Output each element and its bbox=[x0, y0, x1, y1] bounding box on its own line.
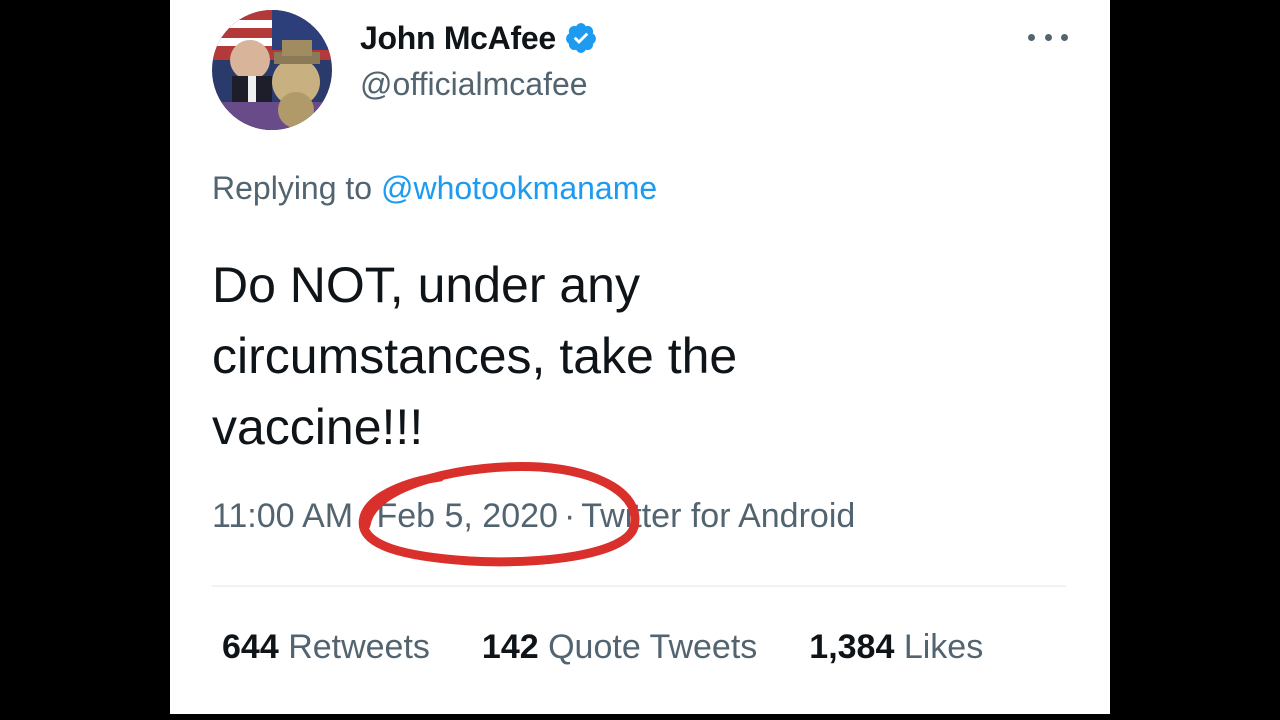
display-name[interactable]: John McAfee bbox=[360, 20, 556, 57]
more-options-icon[interactable] bbox=[1028, 22, 1068, 52]
screenshot-frame: John McAfee @officialmcafee Replying to … bbox=[0, 0, 1280, 720]
quote-tweets-label: Quote Tweets bbox=[548, 628, 758, 666]
tweet-text-line: vaccine!!! bbox=[212, 399, 424, 455]
likes-count: 1,384 bbox=[809, 628, 895, 666]
quote-tweets-stat[interactable]: 142 Quote Tweets bbox=[482, 628, 757, 667]
dot bbox=[1061, 33, 1068, 41]
verified-badge-icon bbox=[565, 23, 596, 53]
engagement-stats: 644 Retweets 142 Quote Tweets 1,384 Like… bbox=[222, 628, 1035, 667]
dot bbox=[1044, 33, 1052, 41]
replying-to: Replying to @whotookmaname bbox=[212, 170, 657, 207]
avatar-image bbox=[212, 10, 332, 130]
tweet-card[interactable]: John McAfee @officialmcafee Replying to … bbox=[170, 0, 1110, 714]
tweet-text: Do NOT, under any circumstances, take th… bbox=[212, 250, 912, 463]
divider bbox=[212, 585, 1066, 587]
display-name-row: John McAfee bbox=[360, 16, 598, 60]
likes-stat[interactable]: 1,384 Likes bbox=[809, 628, 983, 667]
tweet-text-line: circumstances, take the bbox=[212, 328, 738, 384]
retweets-stat[interactable]: 644 Retweets bbox=[222, 628, 430, 667]
replying-prefix: Replying to bbox=[212, 170, 373, 206]
tweet-time[interactable]: 11:00 AM bbox=[212, 497, 353, 535]
quote-tweets-count: 142 bbox=[481, 628, 539, 666]
tweet-text-line: Do NOT, under any bbox=[212, 257, 640, 313]
red-circle-annotation bbox=[358, 462, 640, 567]
dot bbox=[1028, 33, 1035, 41]
likes-label: Likes bbox=[903, 628, 984, 666]
retweets-label: Retweets bbox=[288, 628, 430, 666]
avatar[interactable] bbox=[212, 10, 332, 130]
handle[interactable]: @officialmcafee bbox=[360, 66, 588, 103]
retweets-count: 644 bbox=[222, 628, 279, 666]
reply-mention-link[interactable]: @whotookmaname bbox=[381, 170, 657, 206]
